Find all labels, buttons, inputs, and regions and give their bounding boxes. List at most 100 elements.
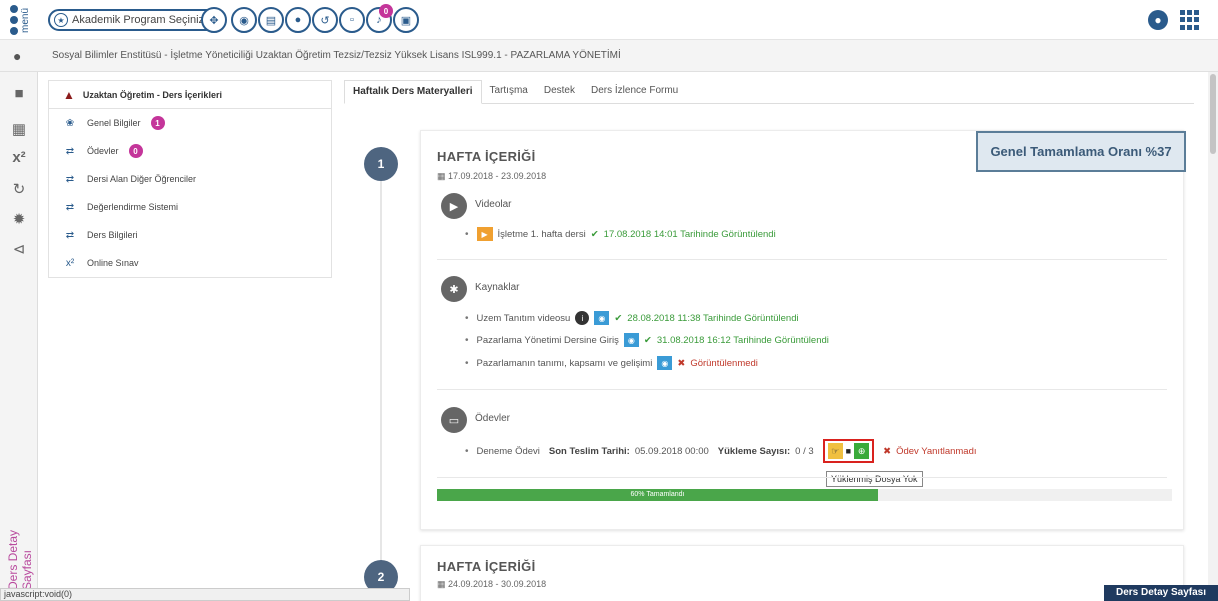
book-icon[interactable]: ■	[9, 84, 29, 104]
assignment-title[interactable]: Deneme Ödevi	[477, 446, 540, 457]
resource-item: • Pazarlamanın tanımı, kapsamı ve gelişi…	[465, 356, 758, 370]
scrollbar-thumb[interactable]	[1210, 74, 1216, 154]
completion-rate: Genel Tamamlama Oranı %37	[976, 131, 1186, 172]
tab-syllabus[interactable]: Ders İzlence Formu	[583, 80, 686, 104]
upload-count-label: Yükleme Sayısı:	[717, 445, 791, 457]
refresh-icon[interactable]: ↻	[9, 180, 29, 200]
shuffle-icon: ⇄	[65, 229, 75, 241]
video-camera-icon: ▶	[441, 193, 467, 219]
calendar-icon[interactable]: ▣	[393, 7, 419, 33]
course-menu-item-course-info[interactable]: ⇄ Ders Bilgileri	[49, 221, 331, 249]
share-icon[interactable]: ⊲	[9, 240, 29, 260]
resource-link[interactable]: Uzem Tanıtım videosu	[477, 313, 571, 324]
divider	[437, 389, 1167, 390]
upload-icon[interactable]: ⊕	[854, 443, 870, 459]
course-menu-item-label: Online Sınav	[87, 258, 139, 268]
notification-badge: 0	[379, 4, 393, 18]
section-title-assignments: Ödevler	[475, 413, 511, 424]
eye-icon[interactable]: ◉	[657, 356, 673, 370]
view-status: 31.08.2018 16:12 Tarihinde Görüntülendi	[656, 334, 829, 346]
paperclip-icon: ✱	[441, 276, 467, 302]
top-bar: menü ★ Akademik Program Seçiniz- ✥ ◉ ▤ ●…	[0, 0, 1218, 40]
course-menu-item-general[interactable]: ❀ Genel Bilgiler 1	[49, 109, 331, 137]
shuffle-icon: ⇄	[65, 201, 75, 213]
progress-fill: 60% Tamamlandı	[437, 489, 878, 501]
user-icon[interactable]: ●	[285, 7, 311, 33]
program-select[interactable]: ★ Akademik Program Seçiniz-	[48, 9, 222, 31]
course-menu-item-classmates[interactable]: ⇄ Dersi Alan Diğer Öğrenciler	[49, 165, 331, 193]
course-menu-item-online-exam[interactable]: x² Online Sınav	[49, 249, 331, 277]
cross-icon: ✖	[883, 445, 892, 457]
check-icon: ✔	[614, 312, 623, 324]
course-menu-item-assignments[interactable]: ⇄ Ödevler 0	[49, 137, 331, 165]
breadcrumb-bar: ● Sosyal Bilimler Enstitüsü - İşletme Yö…	[0, 40, 1218, 72]
info-icon[interactable]: i	[575, 311, 590, 325]
week-number: 1	[364, 147, 398, 181]
course-menu-item-label: Dersi Alan Diğer Öğrenciler	[87, 174, 197, 184]
calendar-icon[interactable]: ▦	[9, 120, 29, 140]
play-icon[interactable]: ▶	[476, 227, 493, 241]
document-icon[interactable]: ▫	[339, 7, 365, 33]
course-menu-item-label: Ders Bilgileri	[87, 230, 138, 240]
assignment-status: Ödev Yanıtlanmadı	[896, 445, 977, 457]
breadcrumb: Sosyal Bilimler Enstitüsü - İşletme Yöne…	[52, 50, 621, 61]
page-vertical-label: Ders Detay Sayfası	[6, 529, 34, 590]
view-status: 17.08.2018 14:01 Tarihinde Görüntülendi	[603, 228, 776, 240]
tooltip: Yüklenmiş Dosya Yok	[826, 471, 923, 487]
card-icon[interactable]: ▤	[258, 7, 284, 33]
cross-icon: ✖	[677, 357, 686, 369]
course-menu-header[interactable]: ▲ Uzaktan Öğretim - Ders İçerikleri	[49, 81, 331, 109]
week-card: HAFTA İÇERİĞİ ▦ 17.09.2018 - 23.09.2018 …	[420, 130, 1186, 530]
shuffle-icon: ⇄	[65, 173, 75, 185]
deadline-value: 05.09.2018 00:00	[634, 445, 709, 457]
video-link[interactable]: İşletme 1. hafta dersi	[498, 229, 586, 240]
divider	[437, 259, 1167, 260]
eye-icon[interactable]: ◉	[594, 311, 610, 325]
institution-icon: ▲	[63, 87, 75, 102]
week-title: HAFTA İÇERİĞİ	[437, 149, 536, 164]
view-status: Görüntülenmedi	[690, 357, 758, 369]
menu-dot	[10, 5, 18, 13]
tab-support[interactable]: Destek	[536, 80, 583, 104]
divider	[437, 477, 1167, 478]
menu-dot	[10, 27, 18, 35]
eye-icon[interactable]: ◉	[623, 333, 639, 347]
course-menu-item-grading[interactable]: ⇄ Değerlendirme Sistemi	[49, 193, 331, 221]
program-select-label: Akademik Program Seçiniz	[72, 14, 205, 26]
gear-icon[interactable]: ✹	[9, 210, 29, 230]
check-icon: ✔	[643, 334, 652, 346]
assignment-item: • Deneme Ödevi Son Teslim Tarihi: 05.09.…	[465, 439, 977, 463]
week-title: HAFTA İÇERİĞİ	[437, 559, 536, 574]
left-rail: ■ ▦ x² ↻ ✹ ⊲ Ders Detay Sayfası	[0, 72, 38, 601]
deadline-label: Son Teslim Tarihi:	[548, 445, 630, 457]
exam-icon: x²	[65, 257, 75, 269]
week-card: HAFTA İÇERİĞİ ▦ 24.09.2018 - 30.09.2018	[420, 545, 1184, 601]
page-footer-label: Ders Detay Sayfası	[1104, 585, 1218, 601]
count-badge: 0	[128, 144, 143, 158]
exam-icon[interactable]: x²	[9, 148, 29, 168]
resource-link[interactable]: Pazarlama Yönetimi Dersine Giriş	[477, 335, 619, 346]
eye-icon[interactable]: ◉	[231, 7, 257, 33]
calendar-icon: ▦	[437, 171, 449, 181]
menu-dot	[10, 16, 18, 24]
history-icon[interactable]: ↺	[312, 7, 338, 33]
bell-icon[interactable]: ♪ 0	[366, 4, 393, 33]
tab-weekly-materials[interactable]: Haftalık Ders Materyalleri	[344, 80, 482, 104]
apps-grid-icon[interactable]	[1180, 10, 1200, 30]
course-content-menu: ▲ Uzaktan Öğretim - Ders İçerikleri ❀ Ge…	[48, 80, 332, 278]
shuffle-icon: ⇄	[65, 145, 75, 157]
status-bar: javascript:void(0)	[0, 588, 410, 601]
graduation-cap-icon: ★	[54, 13, 68, 27]
folder-icon[interactable]: ☞	[827, 443, 843, 459]
resource-link[interactable]: Pazarlamanın tanımı, kapsamı ve gelişimi	[477, 358, 653, 369]
move-icon[interactable]: ✥	[201, 7, 227, 33]
video-item: • ▶ İşletme 1. hafta dersi ✔ 17.08.2018 …	[465, 227, 776, 241]
menu-button[interactable]: menü	[8, 5, 34, 35]
user-icon[interactable]: ●	[13, 48, 21, 64]
tab-discussion[interactable]: Tartışma	[482, 80, 536, 104]
comment-icon[interactable]: ■	[846, 446, 851, 456]
scrollbar[interactable]	[1208, 72, 1218, 601]
globe-icon[interactable]: ●	[1148, 10, 1168, 30]
count-badge: 1	[150, 116, 165, 130]
resource-item: • Uzem Tanıtım videosu i ◉ ✔ 28.08.2018 …	[465, 311, 799, 325]
